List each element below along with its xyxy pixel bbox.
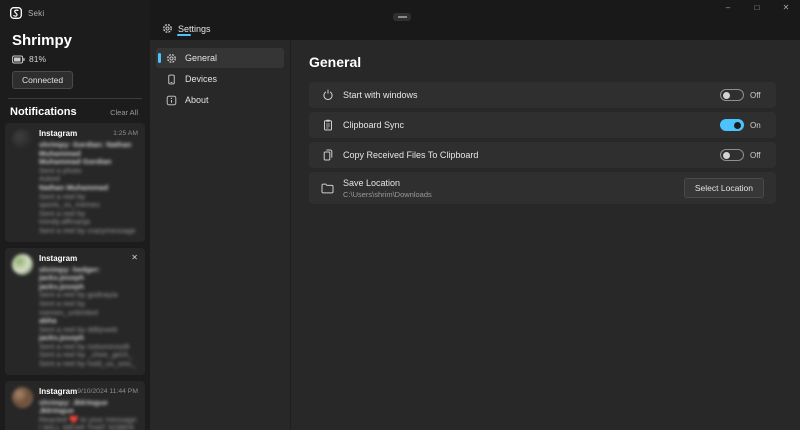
notification-content: Instagram9/10/2024 11:44 PMshrimpy: JkkV…: [39, 387, 138, 430]
setting-row: Start with windows Off: [309, 82, 776, 108]
setting-row: Save Location C:\Users\shrim\Downloads Sel…: [309, 172, 776, 204]
device-name: Shrimpy: [12, 32, 138, 49]
toggle-state-label: Off: [750, 151, 764, 160]
notifications-heading: Notifications: [10, 106, 77, 118]
nav-item-label: About: [185, 95, 209, 105]
toggle-knob: [734, 122, 741, 129]
notification-header: Instagram9/10/2024 11:44 PM: [39, 387, 138, 396]
smartphone-icon: [166, 74, 177, 85]
settings-area: – □ ✕ Settings General Devices About Gener…: [150, 0, 800, 430]
setting-label: Copy Received Files To Clipboard: [343, 150, 478, 160]
info-icon: [166, 95, 177, 106]
notification-line: Sent a reel by crazymessage: [39, 227, 138, 236]
app-window: Seki Shrimpy 81% Connected Notifications…: [0, 0, 800, 430]
notification-header: Instagram ✕: [39, 254, 138, 263]
clear-all-button[interactable]: Clear All: [110, 108, 138, 117]
toggle-switch[interactable]: [720, 119, 744, 131]
notification-timestamp: 1:25 AM: [113, 130, 138, 137]
select-location-button[interactable]: Select Location: [684, 178, 764, 198]
titlebar: – □ ✕ Settings: [150, 0, 800, 40]
notification-card[interactable]: Instagram 1:25 AM shrimpy: Gordian: Nathan…: [5, 123, 145, 242]
notification-content: Instagram 1:25 AM shrimpy: Gordian: Nathan…: [39, 129, 138, 236]
setting-text: Copy Received Files To Clipboard: [343, 150, 478, 160]
notification-app-name: Instagram: [39, 387, 77, 396]
copy-file-icon: [321, 149, 334, 161]
notification-avatar: [12, 254, 33, 275]
notification-line: Sent a reel by sports_vs_memes: [39, 193, 138, 210]
notification-avatar: [12, 387, 33, 408]
toggle-state-label: Off: [750, 91, 764, 100]
nav-item-label: General: [185, 53, 217, 63]
gear-icon: [162, 23, 173, 34]
gear-icon: [166, 53, 177, 64]
notification-line: Reacted ❤️ to your message: I WILL WEAR …: [39, 416, 138, 430]
notification-avatar: [12, 129, 33, 150]
sidebar-item-general[interactable]: General: [156, 48, 284, 68]
connection-status-button[interactable]: Connected: [12, 71, 73, 89]
sidebar-item-devices[interactable]: Devices: [156, 69, 284, 89]
maximize-button[interactable]: □: [751, 3, 763, 12]
sidebar-item-about[interactable]: About: [156, 90, 284, 110]
setting-label: Clipboard Sync: [343, 120, 404, 130]
power-icon: [321, 89, 334, 101]
toggle-switch[interactable]: [720, 89, 744, 101]
app-title: Seki: [28, 9, 44, 18]
app-header: Seki: [0, 0, 150, 22]
nav-item-label: Devices: [185, 74, 217, 84]
window-drag-handle[interactable]: [393, 13, 411, 21]
battery-status: 81%: [12, 54, 138, 64]
setting-text: Clipboard Sync: [343, 120, 404, 130]
toggle-state-label: On: [750, 121, 764, 130]
settings-nav: General Devices About: [150, 40, 291, 430]
settings-tab-label: Settings: [178, 24, 211, 34]
notification-line: Sent a reel by memes_unlimited: [39, 300, 138, 317]
notification-line: Sent a reel by hold_us_smc_: [39, 360, 138, 369]
seki-logo-icon: [10, 7, 22, 19]
notification-list: Instagram 1:25 AM shrimpy: Gordian: Nathan…: [0, 123, 150, 430]
notification-header: Instagram 1:25 AM: [39, 129, 138, 138]
clipboard-icon: [321, 119, 334, 131]
battery-percentage: 81%: [29, 54, 46, 64]
notification-app-name: Instagram: [39, 129, 77, 138]
notification-app-name: Instagram: [39, 254, 77, 263]
setting-text: Start with windows: [343, 90, 418, 100]
battery-icon: [12, 55, 25, 64]
toggle-switch[interactable]: [720, 149, 744, 161]
tab-settings[interactable]: Settings: [158, 21, 215, 36]
notification-content: Instagram✕shrimpy: hedger: jacks.josephj…: [39, 254, 138, 369]
setting-value-path: C:\Users\shrim\Downloads: [343, 190, 432, 199]
notification-card[interactable]: Instagram9/10/2024 11:44 PMshrimpy: JkkV…: [5, 381, 145, 430]
settings-main: General Start with windows Off Clipboard S…: [291, 40, 800, 430]
toggle-knob: [723, 92, 730, 99]
toggle-knob: [723, 152, 730, 159]
notification-line: Sent a reel by trendy.affmanja: [39, 210, 138, 227]
notification-line: shrimpy: hedger: jacks.joseph: [39, 266, 138, 283]
setting-label: Start with windows: [343, 90, 418, 100]
page-title: General: [309, 54, 776, 70]
notification-timestamp: 9/10/2024 11:44 PM: [77, 388, 138, 395]
window-controls: – □ ✕: [722, 3, 792, 12]
setting-text: Save Location C:\Users\shrim\Downloads: [343, 178, 432, 199]
active-tab-indicator: [177, 34, 191, 36]
minimize-button[interactable]: –: [722, 3, 734, 12]
notification-line: shrimpy: Gordian: Nathan Muhammad: [39, 141, 138, 158]
close-button[interactable]: ✕: [780, 3, 792, 12]
close-icon[interactable]: ✕: [131, 254, 138, 262]
setting-label: Save Location: [343, 178, 432, 188]
setting-row: Copy Received Files To Clipboard Off: [309, 142, 776, 168]
device-sidebar: Seki Shrimpy 81% Connected Notifications…: [0, 0, 150, 430]
folder-icon: [321, 183, 334, 194]
notification-card[interactable]: Instagram✕shrimpy: hedger: jacks.josephj…: [5, 248, 145, 375]
setting-row: Clipboard Sync On: [309, 112, 776, 138]
